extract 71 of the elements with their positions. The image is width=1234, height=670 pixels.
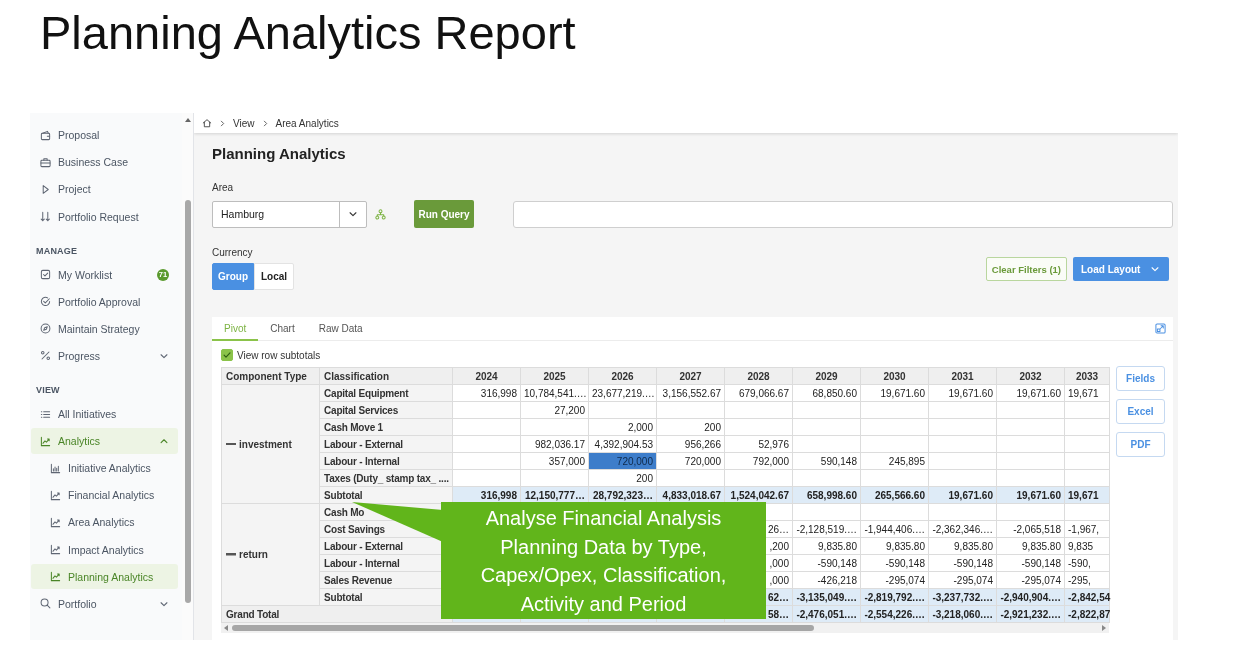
search-icon <box>40 598 51 610</box>
wallet-icon <box>40 129 51 141</box>
nav-item[interactable]: Financial Analytics <box>31 482 178 509</box>
section-heading: MANAGE <box>35 244 79 258</box>
bar-chart-icon <box>50 462 61 474</box>
percent-icon <box>40 350 51 362</box>
page-title: Planning Analytics <box>212 145 347 163</box>
column-header: 2027 <box>656 367 725 385</box>
nav-item[interactable]: Portfolio Approval <box>31 288 178 315</box>
text-input[interactable] <box>513 200 1173 228</box>
checkbox-label[interactable]: View row subtotals <box>237 349 321 361</box>
nav-item[interactable]: Planning Analytics <box>31 563 178 590</box>
chevron-right-icon <box>261 119 269 127</box>
list-icon <box>40 408 51 420</box>
nav-item[interactable]: Portfolio <box>31 590 178 617</box>
line-chart-icon <box>50 544 61 555</box>
nav-item[interactable]: Initiative Analytics <box>31 455 178 482</box>
line-chart-icon <box>40 435 51 447</box>
tab[interactable]: Chart <box>258 317 307 341</box>
field-label: Currency <box>212 247 254 259</box>
expand-icon[interactable] <box>1155 323 1166 334</box>
chevron-right-icon <box>219 119 226 127</box>
column-header: Component Type <box>221 367 320 385</box>
chevron-down-icon <box>348 209 358 219</box>
nav-item[interactable]: Impact Analytics <box>31 536 178 563</box>
nav-item[interactable]: Project <box>31 176 178 203</box>
horizontal-scrollbar[interactable] <box>221 623 1109 633</box>
column-header: Classification <box>319 367 453 385</box>
breadcrumb-link[interactable]: View <box>233 117 255 129</box>
check-circle-icon <box>40 296 51 308</box>
line-chart-icon <box>50 571 61 583</box>
checkbox[interactable] <box>221 349 233 361</box>
sort-icon <box>40 211 51 223</box>
home-icon[interactable] <box>202 118 212 128</box>
briefcase-icon <box>40 156 51 168</box>
area-select[interactable]: Hamburg <box>212 200 367 228</box>
column-header: 2025 <box>520 367 589 385</box>
line-chart-icon <box>50 489 61 501</box>
group-label: return <box>239 548 268 562</box>
hierarchy-icon[interactable] <box>375 208 386 220</box>
column-header: 2029 <box>792 367 861 385</box>
column-header: 2030 <box>860 367 929 385</box>
play-icon <box>40 184 51 195</box>
line-chart-icon <box>50 516 61 528</box>
column-header: 2033 <box>1064 367 1110 385</box>
collapse-icon[interactable] <box>226 442 236 446</box>
toggle-button[interactable]: Local <box>254 263 294 290</box>
slide-title: Planning Analytics Report <box>40 6 577 60</box>
callout: Analyse Financial Analysis Planning Data by Type, Capex/Opex, Classification, Activity and Period <box>441 502 766 619</box>
nav-item[interactable]: Business Case <box>31 149 178 176</box>
nav-item[interactable]: Progress <box>31 343 178 369</box>
section-heading: VIEW <box>35 384 61 398</box>
group-label: investment <box>239 437 292 452</box>
nav-item[interactable]: Analytics <box>31 428 178 454</box>
column-header: 2031 <box>928 367 997 385</box>
nav-item[interactable]: Maintain Strategy <box>31 316 178 342</box>
column-header: 2028 <box>724 367 793 385</box>
tab[interactable]: Raw Data <box>306 317 375 341</box>
nav-item[interactable]: Portfolio Request <box>31 203 178 230</box>
chevron-down-icon <box>1150 264 1160 274</box>
nav-item[interactable]: Proposal <box>31 122 178 149</box>
compass-icon <box>40 323 51 335</box>
breadcrumb-current: Area Analytics <box>275 117 339 129</box>
nav-item[interactable]: Area Analytics <box>31 509 178 536</box>
collapse-icon[interactable] <box>226 553 236 556</box>
column-header: 2024 <box>452 367 521 385</box>
column-header: 2026 <box>588 367 657 385</box>
checked-box-icon <box>40 269 51 281</box>
field-label: Area <box>212 182 235 194</box>
column-header: 2032 <box>996 367 1065 385</box>
nav-item[interactable]: All Initiatives <box>31 401 178 427</box>
